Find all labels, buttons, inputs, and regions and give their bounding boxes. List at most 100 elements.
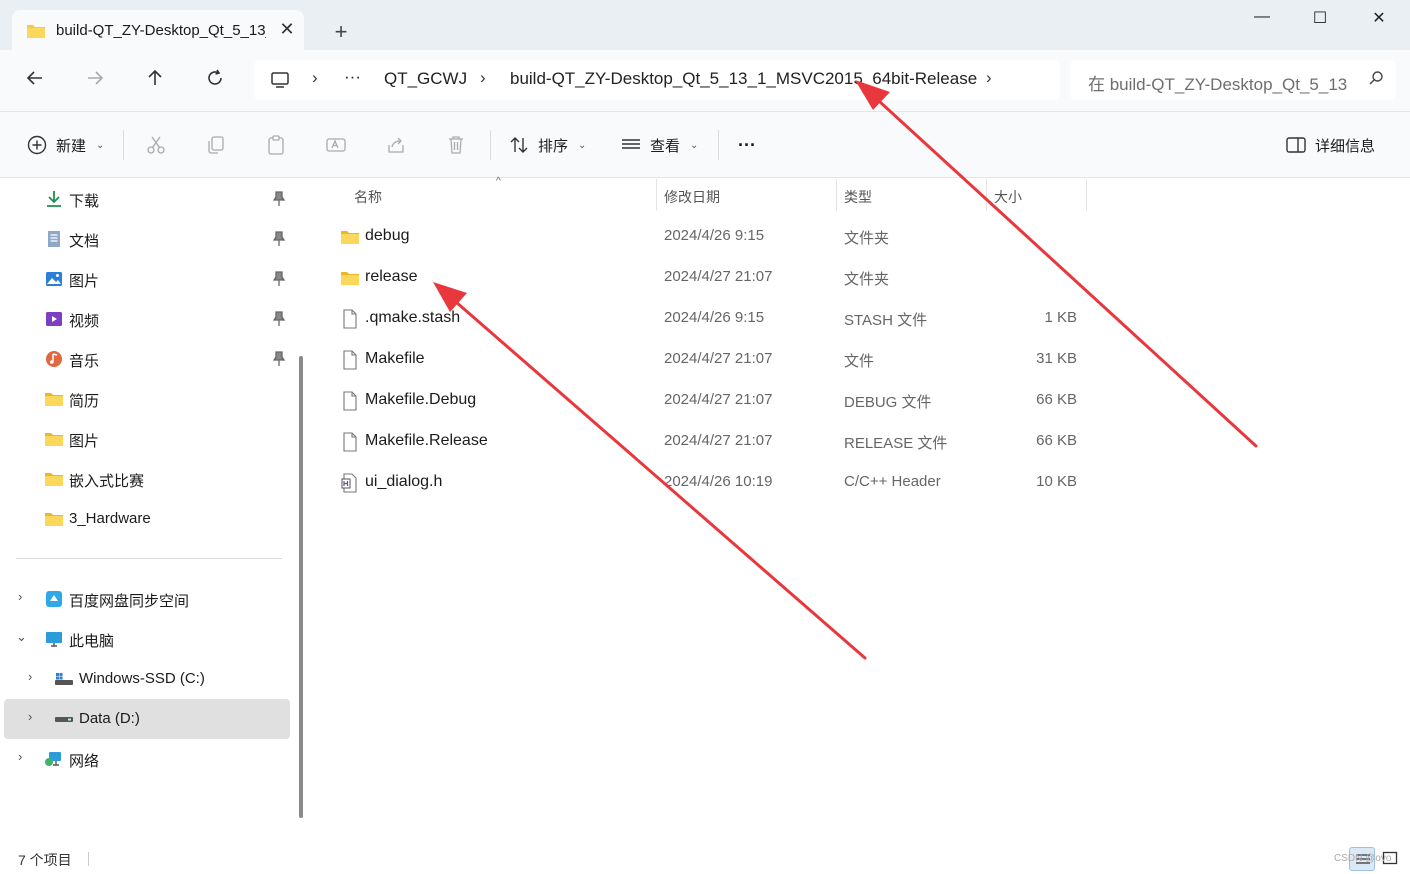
sidebar-item-music[interactable]: 音乐 [4, 339, 290, 379]
delete-icon[interactable] [445, 134, 467, 156]
file-type: 文件夹 [844, 271, 890, 288]
drive-icon [55, 673, 73, 685]
maximize-button[interactable]: ☐ [1305, 8, 1335, 32]
status-bar: 7 个项目 CSDN @ovo [0, 843, 1410, 874]
sidebar-item-folder[interactable]: 简历 [4, 379, 290, 419]
tab-active[interactable]: build-QT_ZY-Desktop_Qt_5_13_ ✕ [12, 10, 304, 50]
file-row[interactable]: Makefile 2024/4/27 21:07 文件 31 KB [332, 340, 1092, 378]
sidebar-item-network[interactable]: › 网络 [4, 739, 290, 779]
chevron-right-icon[interactable]: › [28, 669, 32, 684]
file-row[interactable]: .qmake.stash 2024/4/26 9:15 STASH 文件 1 K… [332, 299, 1092, 337]
new-tab-button[interactable]: + [328, 20, 354, 46]
file-name: Makefile.Release [365, 432, 488, 449]
pin-icon [272, 311, 286, 326]
file-icon [343, 350, 357, 370]
sidebar-item-label: Data (D:) [79, 710, 140, 727]
sidebar-item-folder[interactable]: 嵌入式比赛 [4, 459, 290, 499]
sort-icon [510, 137, 528, 153]
chevron-right-icon[interactable]: › [28, 709, 32, 724]
sidebar-item-drive-c[interactable]: › Windows-SSD (C:) [4, 659, 290, 699]
cut-icon[interactable] [145, 134, 167, 156]
column-header-date[interactable]: 修改日期 [656, 179, 836, 212]
divider [718, 130, 719, 160]
folder-icon [45, 433, 63, 446]
sidebar-item-videos[interactable]: 视频 [4, 299, 290, 339]
up-button[interactable] [142, 68, 168, 94]
sidebar-item-documents[interactable]: 文档 [4, 219, 290, 259]
file-type: C/C++ Header [844, 473, 941, 490]
file-date: 2024/4/27 21:07 [664, 268, 773, 285]
chevron-right-icon[interactable]: › [18, 749, 22, 764]
folder-icon [45, 513, 63, 526]
network-icon [45, 752, 61, 766]
column-header-size[interactable]: 大小 [986, 179, 1086, 212]
scrollbar-thumb[interactable] [299, 356, 303, 818]
column-header-label: 大小 [994, 189, 1022, 205]
sidebar-item-folder[interactable]: 3_Hardware [4, 499, 290, 539]
share-icon[interactable] [385, 134, 407, 156]
sort-button-label: 排序 [538, 137, 569, 155]
sidebar-item-label: 此电脑 [69, 633, 115, 650]
file-name: Makefile.Debug [365, 391, 477, 408]
file-row[interactable]: debug 2024/4/26 9:15 文件夹 [332, 217, 1092, 255]
column-header-type[interactable]: 类型 [836, 179, 986, 212]
sidebar-item-downloads[interactable]: 下载 [4, 179, 290, 219]
details-pane-label: 详细信息 [1315, 137, 1376, 155]
file-name: .qmake.stash [365, 309, 461, 326]
sidebar-item-label: 音乐 [69, 353, 100, 370]
plus-circle-icon [27, 135, 47, 155]
forward-button[interactable] [82, 68, 108, 94]
search-input[interactable]: 在 build-QT_ZY-Desktop_Qt_5_13 [1070, 60, 1396, 100]
details-pane-icon [1286, 137, 1306, 153]
sidebar-item-label: 网络 [69, 753, 100, 770]
address-bar[interactable]: › ··· QT_GCWJ › build-QT_ZY-Desktop_Qt_5… [254, 60, 1060, 100]
breadcrumb-current[interactable]: build-QT_ZY-Desktop_Qt_5_13_1_MSVC2015_6… [510, 69, 977, 89]
address-row: › ··· QT_GCWJ › build-QT_ZY-Desktop_Qt_5… [0, 50, 1410, 112]
copy-icon[interactable] [205, 134, 227, 156]
file-date: 2024/4/27 21:07 [664, 432, 773, 449]
file-date: 2024/4/26 9:15 [664, 227, 765, 244]
sidebar-item-folder[interactable]: 图片 [4, 419, 290, 459]
details-pane-button[interactable]: 详细信息 [1285, 132, 1375, 158]
column-divider[interactable] [1086, 179, 1087, 211]
sidebar-item-label: 视频 [69, 313, 100, 330]
sidebar-item-drive-d[interactable]: › Data (D:) [4, 699, 290, 739]
chevron-down-icon[interactable]: ⌄ [16, 629, 27, 645]
sidebar-item-this-pc[interactable]: ⌄ 此电脑 [4, 619, 290, 659]
file-row[interactable]: Makefile.Release 2024/4/27 21:07 RELEASE… [332, 422, 1092, 460]
file-row[interactable]: Makefile.Debug 2024/4/27 21:07 DEBUG 文件 … [332, 381, 1092, 419]
file-icon [343, 391, 357, 411]
column-header-name[interactable]: 名称 [312, 179, 656, 212]
pin-icon [272, 351, 286, 366]
sidebar-scrollbar[interactable] [298, 178, 304, 820]
file-icon [343, 309, 357, 329]
file-type: DEBUG 文件 [844, 394, 932, 411]
refresh-button[interactable] [202, 68, 228, 94]
sort-button[interactable]: 排序 ⌄ [508, 132, 586, 158]
view-button[interactable]: 查看 ⌄ [620, 132, 698, 158]
file-list: ^ 名称 修改日期 类型 大小 debug 2024/4/26 9:15 文件夹… [312, 176, 1410, 843]
rename-icon[interactable] [325, 134, 347, 156]
chevron-right-icon: › [312, 68, 318, 87]
file-row[interactable]: release 2024/4/27 21:07 文件夹 [332, 258, 1092, 296]
chevron-right-icon[interactable]: › [18, 589, 22, 604]
paste-icon[interactable] [265, 134, 287, 156]
close-window-button[interactable]: ✕ [1364, 8, 1394, 32]
more-options-button[interactable]: ··· [738, 132, 756, 158]
file-name: release [365, 268, 418, 285]
pin-icon [272, 231, 286, 246]
minimize-button[interactable]: — [1247, 8, 1277, 32]
sidebar-item-pictures[interactable]: 图片 [4, 259, 290, 299]
command-bar: 新建 ⌄ 排序 ⌄ 查看 ⌄ ··· 详细信息 [0, 112, 1410, 178]
new-button[interactable]: 新建 ⌄ [26, 132, 104, 158]
sidebar-item-baidu-netdisk[interactable]: › 百度网盘同步空间 [4, 579, 290, 619]
file-date: 2024/4/27 21:07 [664, 391, 773, 408]
watermark: CSDN @ovo [1334, 853, 1392, 864]
breadcrumb-item[interactable]: QT_GCWJ [384, 69, 467, 89]
folder-icon [45, 473, 63, 486]
file-row[interactable]: ui_dialog.h 2024/4/26 10:19 C/C++ Header… [332, 463, 1092, 501]
breadcrumb-overflow[interactable]: ··· [344, 67, 361, 87]
tab-close-button[interactable]: ✕ [276, 18, 298, 40]
back-button[interactable] [22, 68, 48, 94]
file-size: 66 KB [1036, 391, 1077, 408]
